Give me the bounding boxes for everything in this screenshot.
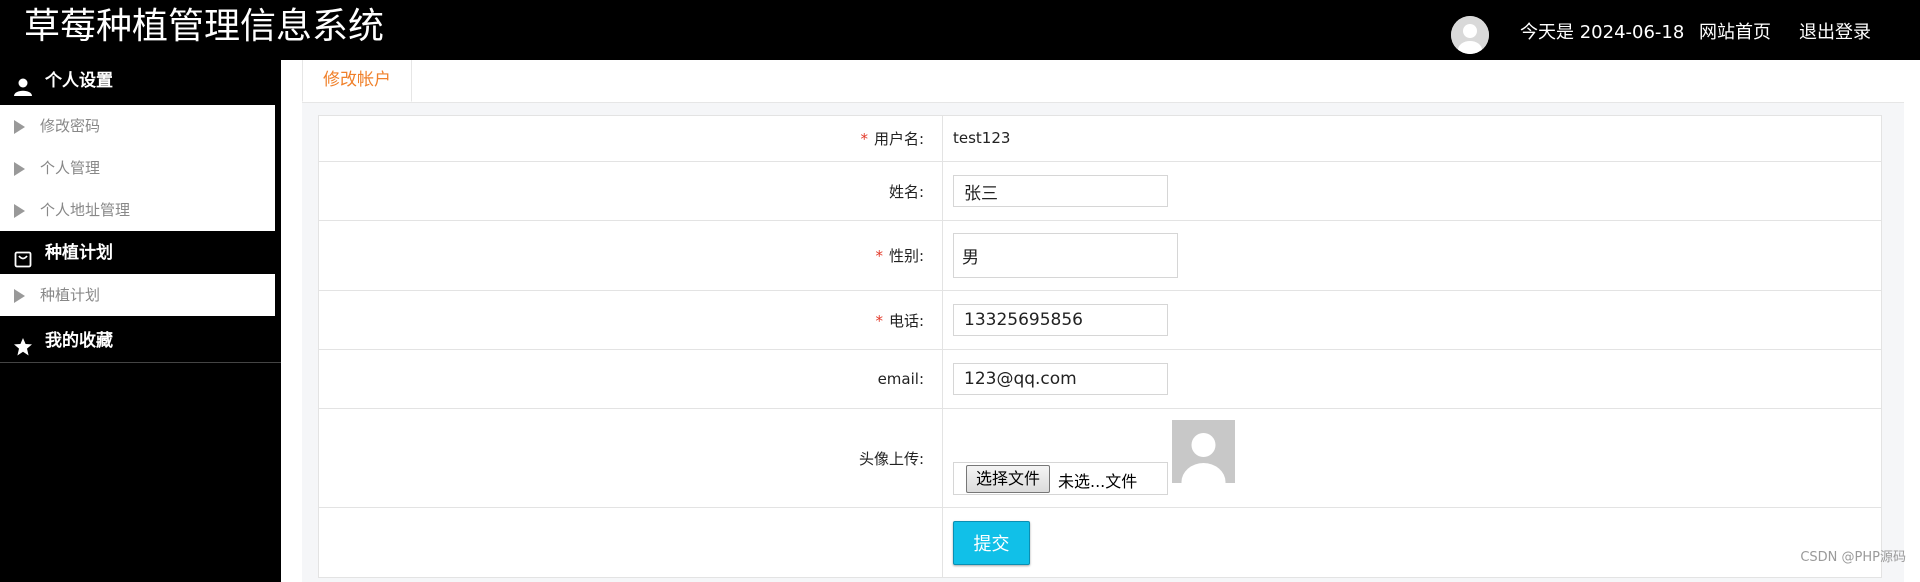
name-input[interactable] [953,175,1168,207]
email-input[interactable] [953,363,1168,395]
submenu-personal-settings: 修改密码 个人管理 个人地址管理 [0,105,275,231]
username-label: 用户名: [873,130,924,148]
form-value-cell: 提交 [942,507,1882,578]
date-text: 今天是 2024-06-18 [1520,22,1685,43]
sidebar-divider [0,362,281,363]
form-panel: * 用户名: test123 姓名: * 性别: [302,103,1904,582]
sidebar-group-label: 我的收藏 [45,331,113,351]
avatar-upload-label: 头像上传: [858,449,924,468]
email-label: email: [877,370,924,388]
home-link[interactable]: 网站首页 [1699,21,1771,45]
phone-label: 电话: [888,311,924,330]
sidebar-group-label: 种植计划 [45,243,113,263]
tab-bar: 修改帐户 [302,60,1904,103]
form-row-avatar: 头像上传: 选择文件 未选...文件 [318,408,1882,508]
user-avatar-icon[interactable] [1451,16,1489,54]
form-value-cell [942,161,1882,221]
file-upload-field: 选择文件 未选...文件 [953,462,1168,495]
star-icon [13,331,33,356]
form-label-cell: * 用户名: [318,115,943,162]
submenu-planting-plan: 种植计划 [0,274,275,316]
triangle-right-icon [14,204,25,218]
form-value-cell [942,220,1882,291]
sidebar-item-change-password[interactable]: 修改密码 [0,105,275,147]
avatar-preview-icon [1172,420,1235,483]
form-value-cell: 选择文件 未选...文件 [942,408,1882,508]
sidebar: 个人设置 修改密码 个人管理 个人地址管理 种植计划 种植计划 我的收藏 [0,60,281,582]
form-row-name: 姓名: [318,161,1882,221]
required-mark: * [860,130,868,148]
sidebar-group-favorites[interactable]: 我的收藏 [0,320,281,362]
form-label-cell [318,507,943,578]
watermark: CSDN @PHP源码 [1800,550,1906,565]
bag-icon [13,243,33,268]
top-header: 草莓种植管理信息系统 今天是 2024-06-18 网站首页 退出登录 [0,0,1920,60]
form-label-cell: 姓名: [318,161,943,221]
name-label: 姓名: [888,182,924,201]
app-title: 草莓种植管理信息系统 [24,6,385,47]
triangle-right-icon [14,162,25,176]
form-row-gender: * 性别: [318,220,1882,291]
main-content: 修改帐户 * 用户名: test123 姓名: 张三 * 性别: 男 * 电话:… [284,60,1920,582]
logout-link[interactable]: 退出登录 [1799,21,1871,45]
submit-button[interactable]: 提交 [953,520,1030,565]
sidebar-group-label: 个人设置 [45,71,113,91]
triangle-right-icon [14,120,25,134]
form-label-cell: * 性别: [318,220,943,291]
form-value-cell [942,290,1882,350]
sidebar-item-personal-management[interactable]: 个人管理 [0,147,275,189]
gender-select[interactable] [953,233,1178,278]
form-row-phone: * 电话: [318,290,1882,350]
form-value-cell [942,349,1882,409]
sidebar-item-label: 种植计划 [40,286,101,304]
form-value-cell: test123 [942,115,1882,162]
sidebar-item-planting-plan[interactable]: 种植计划 [0,274,275,316]
required-mark: * [875,247,883,265]
sidebar-item-address-management[interactable]: 个人地址管理 [0,189,275,231]
tab-edit-account[interactable]: 修改帐户 [302,60,412,102]
user-icon [13,71,33,96]
form-row-email: email: [318,349,1882,409]
sidebar-group-personal-settings[interactable]: 个人设置 [0,60,281,102]
required-mark: * [875,311,883,330]
phone-input[interactable] [953,304,1168,336]
sidebar-item-label: 个人管理 [40,159,101,177]
form-label-cell: 头像上传: [318,408,943,508]
account-form-table: * 用户名: test123 姓名: * 性别: [318,115,1882,578]
form-row-username: * 用户名: test123 [318,115,1882,162]
gender-label: 性别: [888,247,924,265]
file-status-text: 未选...文件 [1058,472,1138,491]
form-label-cell: * 电话: [318,290,943,350]
username-value: test123 [953,129,1011,147]
triangle-right-icon [14,289,25,303]
choose-file-button[interactable]: 选择文件 [966,465,1050,493]
sidebar-item-label: 个人地址管理 [40,201,131,219]
form-label-cell: email: [318,349,943,409]
form-row-submit: 提交 [318,507,1882,578]
sidebar-item-label: 修改密码 [40,117,101,135]
sidebar-group-planting-plan[interactable]: 种植计划 [0,232,281,274]
